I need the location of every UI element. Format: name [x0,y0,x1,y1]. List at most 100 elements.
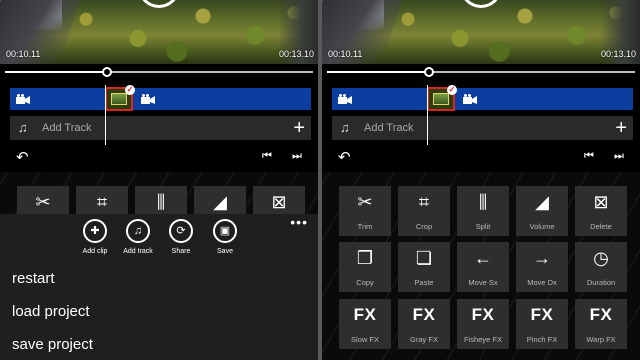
delete-icon: ⊠ [271,192,287,212]
scissors-icon: ✂ [357,192,373,212]
left-editor-screen: 00:10.11 00:13.10 ✓ ♫ Add Track + ↶ ⏮ ⏭ … [0,0,318,360]
volume-icon: ◢ [213,192,227,212]
tool-label: Copy [356,278,374,287]
image-clip-thumbnail [111,93,127,105]
skip-next-icon[interactable]: ⏭ [292,150,302,163]
tool-button-split[interactable]: ⫼ Split [457,186,509,236]
add-clip-button[interactable]: ✚ Add clip [73,219,117,255]
skip-next-icon[interactable]: ⏭ [614,150,624,163]
tool-label: Move Dx [527,278,557,287]
share-label: Share [171,248,191,255]
selected-check-icon: ✓ [125,85,135,95]
right-editor-screen: 00:10.11 00:13.10 ✓ ♫ Add Track + ↶ ⏮ ⏭ … [322,0,640,360]
add-track-plus-icon[interactable]: + [615,116,627,140]
seek-bar[interactable] [327,67,635,77]
arrow-right-icon: → [533,248,551,268]
tool-button-paste[interactable]: ❏ Paste [398,242,450,292]
skip-previous-icon[interactable]: ⏮ [584,150,594,163]
undo-icon[interactable]: ↶ [16,148,29,166]
fx-icon: FX [412,305,436,324]
tool-button-move-dx[interactable]: → Move Dx [516,242,568,292]
tool-label: Warp FX [586,335,616,344]
selected-check-icon: ✓ [447,85,457,95]
total-time: 00:13.10 [278,49,314,59]
scissors-icon: ✂ [35,192,51,212]
seek-bar-fill [327,71,429,73]
video-clip-icon [16,94,30,104]
current-time: 00:10.11 [6,49,41,59]
more-options-icon[interactable]: ••• [290,214,308,230]
undo-icon[interactable]: ↶ [338,148,351,166]
add-track-label: Add Track [42,122,92,134]
total-time: 00:13.10 [600,49,636,59]
tool-button-move-sx[interactable]: ← Move Sx [457,242,509,292]
tool-label: Split [475,222,491,231]
tool-label: Delete [590,222,612,231]
tool-button-copy[interactable]: ❐ Copy [339,242,391,292]
add-track-plus-icon[interactable]: + [293,116,305,140]
tool-button-volume[interactable]: ◢ Volume [516,186,568,236]
video-preview[interactable]: 00:10.11 00:13.10 [0,0,318,64]
tool-label: Crop [415,222,433,231]
tool-button-warp-fx[interactable]: FX Warp FX [575,299,627,349]
tool-button-pinch-fx[interactable]: FX Pinch FX [516,299,568,349]
current-time: 00:10.11 [328,49,363,59]
fx-icon: FX [353,305,377,324]
video-clip-icon [338,94,352,104]
tool-button-fisheye-fx[interactable]: FX Fisheye FX [457,299,509,349]
split-icon: ⫼ [156,192,166,212]
audio-track[interactable]: ♫ Add Track + [10,116,311,140]
crop-icon: ⌗ [418,192,430,212]
playhead[interactable] [105,85,106,145]
tool-label: Fisheye FX [464,335,502,344]
timeline-controls: ↶ ⏮ ⏭ [322,148,640,168]
selected-image-clip[interactable]: ✓ [427,85,457,111]
add-clip-label: Add clip [82,248,108,255]
add-clip-icon: ✚ [83,219,107,243]
volume-icon: ◢ [535,192,549,212]
tool-label: Volume [529,222,555,231]
video-preview[interactable]: 00:10.11 00:13.10 [322,0,640,64]
menu-item-save-project[interactable]: save project [12,336,93,353]
seek-bar-thumb[interactable] [423,67,434,77]
add-track-label: Add Track [364,122,414,134]
paste-icon: ❏ [415,248,433,268]
video-clip-icon [463,94,477,104]
menu-item-load-project[interactable]: load project [12,303,90,320]
fx-icon: FX [530,305,554,324]
video-track[interactable]: ✓ [332,85,633,111]
seek-bar[interactable] [5,67,313,77]
tool-label: Trim [357,222,373,231]
split-icon: ⫼ [478,192,488,212]
video-clip-icon [141,94,155,104]
fx-icon: FX [471,305,495,324]
seek-bar-fill [5,71,107,73]
tool-button-gray-fx[interactable]: FX Gray FX [398,299,450,349]
tool-button-duration[interactable]: ◷ Duration [575,242,627,292]
delete-icon: ⊠ [593,192,609,212]
share-button[interactable]: ⟳ Share [159,219,203,255]
tool-label: Slow FX [351,335,379,344]
audio-track[interactable]: ♫ Add Track + [332,116,633,140]
music-note-icon: ♫ [18,120,28,135]
selected-image-clip[interactable]: ✓ [105,85,135,111]
tool-button-trim[interactable]: ✂ Trim [339,186,391,236]
add-track-button[interactable]: ♫ Add track [116,219,160,255]
timeline-controls: ↶ ⏮ ⏭ [0,148,318,168]
tool-label: Move Sx [468,278,498,287]
app-bar-expanded: ✚ Add clip ♫ Add track ⟳ Share ▣ Save ••… [0,214,318,360]
tool-button-delete[interactable]: ⊠ Delete [575,186,627,236]
tool-label: Gray FX [410,335,438,344]
menu-item-restart[interactable]: restart [12,270,55,287]
playhead[interactable] [427,85,428,145]
tool-label: Pinch FX [526,335,558,344]
arrow-left-icon: ← [474,248,492,268]
video-track[interactable]: ✓ [10,85,311,111]
seek-bar-thumb[interactable] [101,67,112,77]
tool-button-slow-fx[interactable]: FX Slow FX [339,299,391,349]
tool-button-crop[interactable]: ⌗ Crop [398,186,450,236]
tool-label: Duration [586,278,616,287]
skip-previous-icon[interactable]: ⏮ [262,150,272,163]
share-icon: ⟳ [169,219,193,243]
save-button[interactable]: ▣ Save [203,219,247,255]
